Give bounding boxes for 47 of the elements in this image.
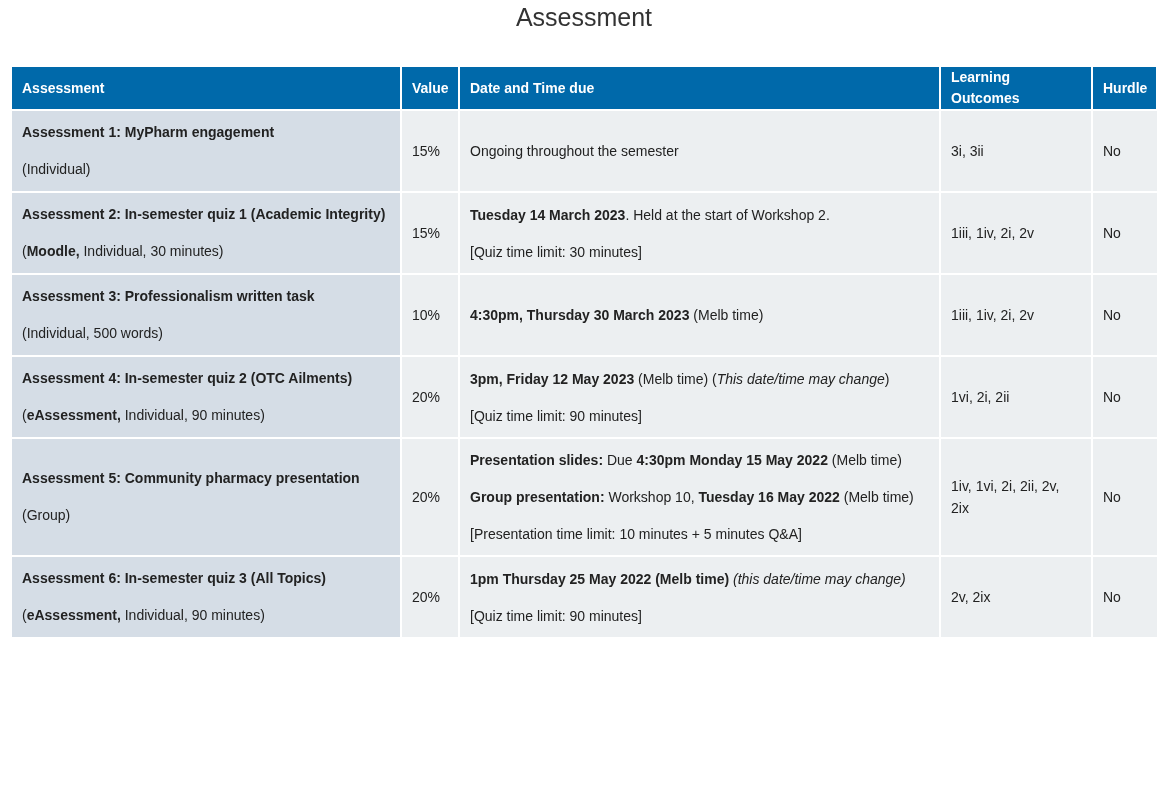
due-date-text: [Quiz time limit: 30 minutes] — [470, 242, 643, 262]
outcomes-cell: 1vi, 2i, 2ii — [940, 356, 1092, 438]
hurdle-cell: No — [1092, 438, 1157, 556]
assessment-title: Assessment 3: Professionalism written task — [22, 287, 316, 306]
value-cell: 20% — [401, 356, 459, 438]
hurdle-cell: No — [1092, 356, 1157, 438]
assessment-details: (Group) — [22, 506, 72, 525]
value-cell: 15% — [401, 110, 459, 192]
value-cell: 15% — [401, 192, 459, 274]
value-cell: 10% — [401, 274, 459, 356]
value-cell: 20% — [401, 438, 459, 556]
due-date-text: [Quiz time limit: 90 minutes] — [470, 606, 643, 626]
due-date-text: [Quiz time limit: 90 minutes] — [470, 406, 643, 426]
hurdle-cell: No — [1092, 274, 1157, 356]
due-date-text: Tuesday 14 March 2023. Held at the start of Workshop 2. — [470, 205, 831, 225]
due-date-text: 3pm, Friday 12 May 2023 (Melb time) (This date/time may change) — [470, 369, 891, 389]
due-date-text: 1pm Thursday 25 May 2022 (Melb time) (this date/time may change) — [470, 569, 907, 589]
column-header: Date and Time due — [459, 67, 940, 110]
page-title: Assessment — [515, 2, 653, 32]
column-header: Hurdle — [1092, 67, 1157, 110]
assessment-details: (Moodle, Individual, 30 minutes) — [22, 242, 225, 261]
outcomes-cell: 2v, 2ix — [940, 556, 1092, 637]
outcomes-cell: 1iii, 1iv, 2i, 2v — [940, 192, 1092, 274]
due-date-text: Group presentation: Workshop 10, Tuesday 16 May 2022 (Melb time) — [470, 488, 915, 507]
assessment-title: Assessment 4: In-semester quiz 2 (OTC Ailments) — [22, 369, 354, 388]
hurdle-cell: No — [1092, 556, 1157, 637]
hurdle-cell: No — [1092, 192, 1157, 274]
outcomes-cell: 1iii, 1iv, 2i, 2v — [940, 274, 1092, 356]
assessment-details: (Individual, 500 words) — [22, 324, 164, 343]
due-date-text: [Presentation time limit: 10 minutes + 5 minutes Q&A] — [470, 525, 803, 544]
assessment-title: Assessment 6: In-semester quiz 3 (All Topics) — [22, 569, 327, 588]
due-date-text: Presentation slides: Due 4:30pm Monday 15 May 2022 (Melb time) — [470, 451, 903, 470]
due-date-text: Ongoing throughout the semester — [470, 142, 680, 161]
column-header: Value — [401, 67, 459, 110]
outcomes-cell: 1iv, 1vi, 2i, 2ii, 2v, 2ix — [940, 438, 1092, 556]
column-header: Assessment — [12, 67, 401, 110]
assessment-title: Assessment 1: MyPharm engagement — [22, 123, 276, 142]
assessment-details: (eAssessment, Individual, 90 minutes) — [22, 406, 266, 425]
assessment-details: (eAssessment, Individual, 90 minutes) — [22, 606, 266, 625]
column-header: Learning Outcomes — [940, 67, 1092, 110]
assessment-title: Assessment 2: In-semester quiz 1 (Academic Integrity) — [22, 205, 387, 224]
due-date-text: 4:30pm, Thursday 30 March 2023 (Melb time) — [470, 306, 765, 325]
assessment-details: (Individual) — [22, 160, 92, 179]
value-cell: 20% — [401, 556, 459, 637]
hurdle-cell: No — [1092, 110, 1157, 192]
outcomes-cell: 3i, 3ii — [940, 110, 1092, 192]
assessment-title: Assessment 5: Community pharmacy presentation — [22, 469, 361, 488]
